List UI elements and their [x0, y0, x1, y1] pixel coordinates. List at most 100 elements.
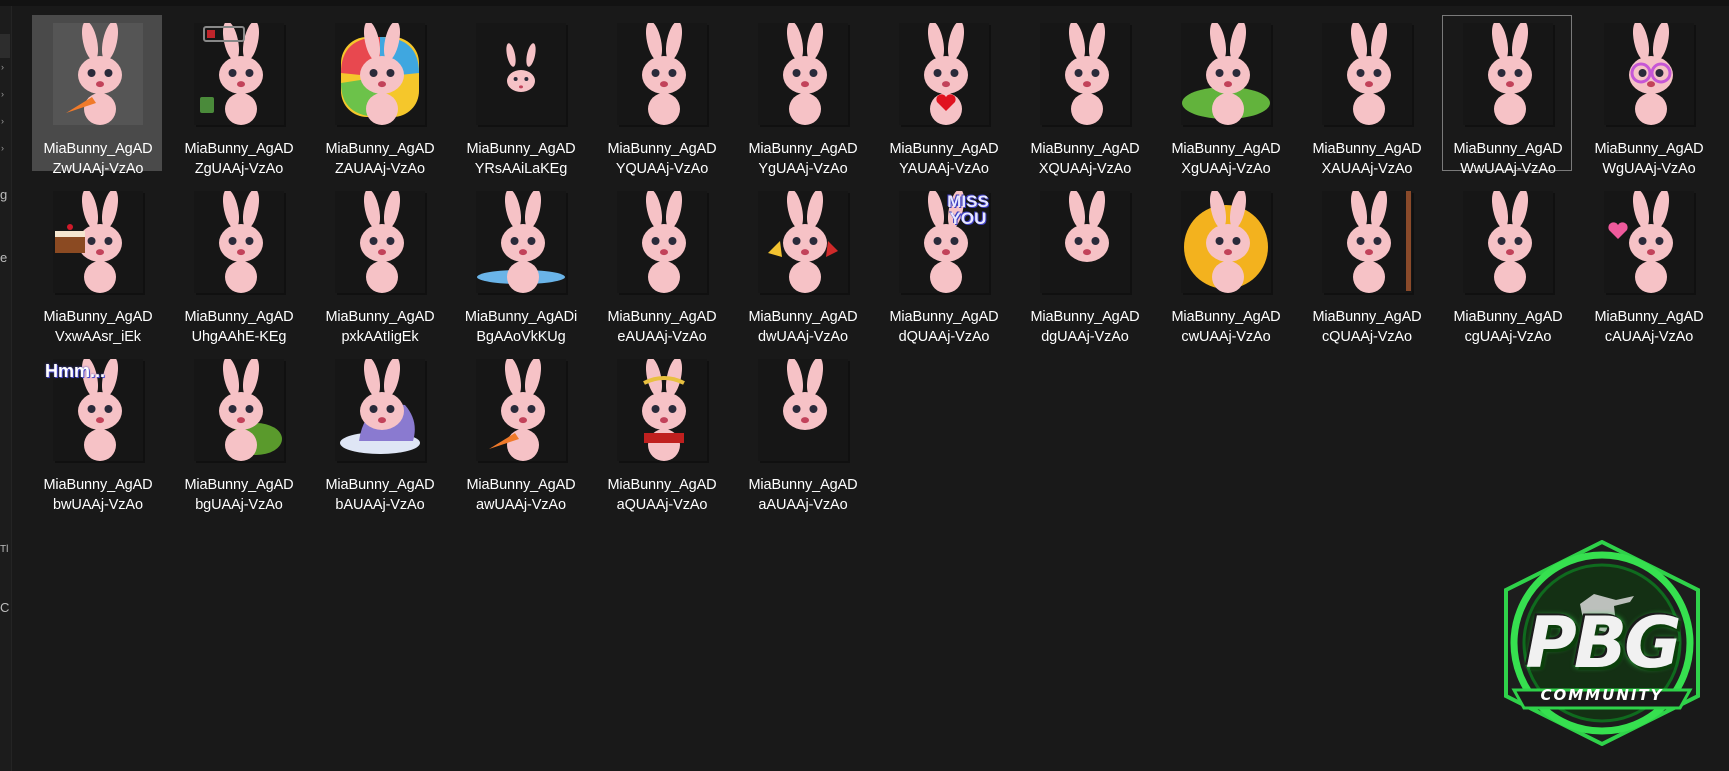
file-item[interactable]: MiaBunny_AgAD UhgAAhE-KEg [173, 183, 303, 345]
file-item[interactable]: MiaBunny_AgAD XgUAAj-VzAo [1160, 15, 1290, 177]
logo-subtitle: COMMUNITY [1540, 686, 1664, 704]
bunny-sticker-icon [477, 191, 565, 293]
nav-label-fragment[interactable]: e [0, 251, 7, 265]
sticker-thumbnail [758, 359, 848, 461]
sticker-thumbnail [1181, 23, 1271, 125]
file-name-label: MiaBunny_AgAD bgUAAj-VzAo [184, 477, 294, 513]
file-item[interactable]: MiaBunny_AgAD ZAUAAj-VzAo [314, 15, 444, 177]
nav-label-fragment[interactable]: C [0, 601, 9, 615]
sticker-thumbnail [1322, 23, 1412, 125]
file-item[interactable]: MiaBunny_AgAD bAUAAj-VzAo [314, 351, 444, 513]
file-item[interactable]: MiaBunny_AgAD ZgUAAj-VzAo [173, 15, 303, 177]
file-item[interactable]: MiaBunny_AgAD cgUAAj-VzAo [1442, 183, 1572, 345]
file-name-label: MiaBunny_AgAD WgUAAj-VzAo [1594, 141, 1704, 177]
sticker-thumbnail [1604, 191, 1694, 293]
bunny-sticker-icon [340, 359, 420, 454]
file-item[interactable]: MiaBunny_AgAD VxwAAsr_iEk [32, 183, 162, 345]
file-item[interactable]: MiaBunny_AgAD WgUAAj-VzAo [1583, 15, 1713, 177]
sticker-thumbnail [476, 191, 566, 293]
nav-selected-item[interactable] [0, 34, 10, 58]
chevron-right-icon[interactable]: › [1, 90, 4, 99]
sticker-thumbnail [1181, 191, 1271, 293]
chevron-right-icon[interactable]: › [1, 117, 4, 126]
bunny-sticker-icon [219, 359, 282, 461]
nav-label-fragment[interactable]: g [0, 188, 7, 202]
file-name-label: MiaBunny_AgAD bAUAAj-VzAo [325, 477, 435, 513]
bunny-sticker-icon [341, 23, 419, 125]
sticker-thumbnail [476, 23, 566, 125]
sticker-thumbnail [53, 191, 143, 293]
file-item[interactable]: MiaBunny_AgAD bgUAAj-VzAo [173, 351, 303, 513]
sticker-thumbnail [194, 359, 284, 461]
sticker-thumbnail [335, 23, 425, 125]
sticker-thumbnail: Hmm... [45, 359, 143, 461]
bunny-sticker-icon [200, 23, 263, 125]
file-name-label: MiaBunny_AgAD UhgAAhE-KEg [184, 309, 294, 345]
file-item[interactable]: Hmm... MiaBunny_AgAD bwUAAj-VzAo [32, 351, 162, 513]
file-item[interactable]: MiaBunny_AgAD YgUAAj-VzAo [737, 15, 867, 177]
bunny-sticker-icon [642, 191, 686, 293]
bunny-sticker-icon [1347, 191, 1411, 293]
bunny-sticker-icon [1608, 191, 1673, 293]
file-name-label: MiaBunny_AgAD pxkAAtIigEk [325, 309, 435, 345]
sticker-thumbnail [758, 191, 848, 293]
chevron-right-icon[interactable]: › [1, 144, 4, 153]
file-item[interactable]: MiaBunny_AgAD cAUAAj-VzAo [1583, 183, 1713, 345]
sticker-thumbnail [1463, 191, 1553, 293]
window-top-strip [0, 0, 1729, 6]
bunny-sticker-icon [360, 191, 404, 293]
bunny-sticker-icon [55, 191, 122, 293]
bunny-sticker-icon [783, 23, 827, 125]
file-name-label: MiaBunny_AgAD ZgUAAj-VzAo [184, 141, 294, 177]
file-item[interactable]: MiaBunny_AgAD WwUAAj-VzAo [1442, 15, 1572, 177]
file-name-label: MiaBunny_AgAD cAUAAj-VzAo [1594, 309, 1704, 345]
file-grid: MiaBunny_AgAD ZwUAAj-VzAo MiaBunny_AgAD Z… [32, 15, 1713, 513]
file-name-label: MiaBunny_AgAD cwUAAj-VzAo [1171, 309, 1281, 345]
bunny-sticker-icon [1065, 23, 1109, 125]
sticker-caption: Hmm... [45, 361, 106, 381]
file-name-label: MiaBunny_AgAD dgUAAj-VzAo [1030, 309, 1140, 345]
sticker-thumbnail: MISS YOU [899, 191, 989, 293]
bunny-sticker-icon [1488, 23, 1532, 125]
file-name-label: MiaBunny_AgAD cgUAAj-VzAo [1453, 309, 1563, 345]
file-item[interactable]: MiaBunny_AgAD ZwUAAj-VzAo [32, 15, 162, 177]
file-name-label: MiaBunny_AgAD ZAUAAj-VzAo [325, 141, 435, 177]
file-item[interactable]: MiaBunny_AgADi BgAAoVkKUg [455, 183, 585, 345]
file-item[interactable]: MISS YOU MiaBunny_AgAD dQUAAj-VzAo [878, 183, 1008, 345]
file-name-label: MiaBunny_AgAD cQUAAj-VzAo [1312, 309, 1422, 345]
file-name-label: MiaBunny_AgAD aAUAAj-VzAo [748, 477, 858, 513]
file-item[interactable]: MiaBunny_AgAD cwUAAj-VzAo [1160, 183, 1290, 345]
file-item[interactable]: MiaBunny_AgAD XQUAAj-VzAo [1019, 15, 1149, 177]
file-item[interactable]: MiaBunny_AgAD YRsAAiLaKEg [455, 15, 585, 177]
sticker-thumbnail [1040, 23, 1130, 125]
sticker-thumbnail [1322, 191, 1412, 293]
file-name-label: MiaBunny_AgAD YQUAAj-VzAo [607, 141, 717, 177]
file-item[interactable]: MiaBunny_AgAD aQUAAj-VzAo [596, 351, 726, 513]
file-name-label: MiaBunny_AgAD WwUAAj-VzAo [1453, 141, 1563, 177]
file-name-label: MiaBunny_AgAD eAUAAj-VzAo [607, 309, 717, 345]
nav-label-fragment[interactable]: Tl [0, 543, 8, 557]
file-name-label: MiaBunny_AgAD XAUAAj-VzAo [1312, 141, 1422, 177]
bunny-sticker-icon [642, 359, 686, 461]
bunny-sticker-icon [1182, 23, 1270, 125]
bunny-sticker-icon [783, 359, 827, 430]
sticker-thumbnail [617, 23, 707, 125]
sticker-thumbnail [335, 359, 425, 461]
file-item[interactable]: MiaBunny_AgAD dwUAAj-VzAo [737, 183, 867, 345]
file-item[interactable]: MiaBunny_AgAD YAUAAj-VzAo [878, 15, 1008, 177]
file-item[interactable]: MiaBunny_AgAD YQUAAj-VzAo [596, 15, 726, 177]
file-item[interactable]: MiaBunny_AgAD pxkAAtIigEk [314, 183, 444, 345]
file-item[interactable]: MiaBunny_AgAD awUAAj-VzAo [455, 351, 585, 513]
file-name-label: MiaBunny_AgAD awUAAj-VzAo [466, 477, 576, 513]
file-name-label: MiaBunny_AgAD bwUAAj-VzAo [43, 477, 153, 513]
file-item[interactable]: MiaBunny_AgAD cQUAAj-VzAo [1301, 183, 1431, 345]
file-name-label: MiaBunny_AgAD XgUAAj-VzAo [1171, 141, 1281, 177]
file-item[interactable]: MiaBunny_AgAD XAUAAj-VzAo [1301, 15, 1431, 177]
sticker-thumbnail [1604, 23, 1694, 125]
file-item[interactable]: MiaBunny_AgAD eAUAAj-VzAo [596, 183, 726, 345]
chevron-right-icon[interactable]: › [1, 63, 4, 72]
file-item[interactable]: MiaBunny_AgAD dgUAAj-VzAo [1019, 183, 1149, 345]
sticker-thumbnail [194, 191, 284, 293]
file-name-label: MiaBunny_AgADi BgAAoVkKUg [464, 309, 578, 345]
file-item[interactable]: MiaBunny_AgAD aAUAAj-VzAo [737, 351, 867, 513]
